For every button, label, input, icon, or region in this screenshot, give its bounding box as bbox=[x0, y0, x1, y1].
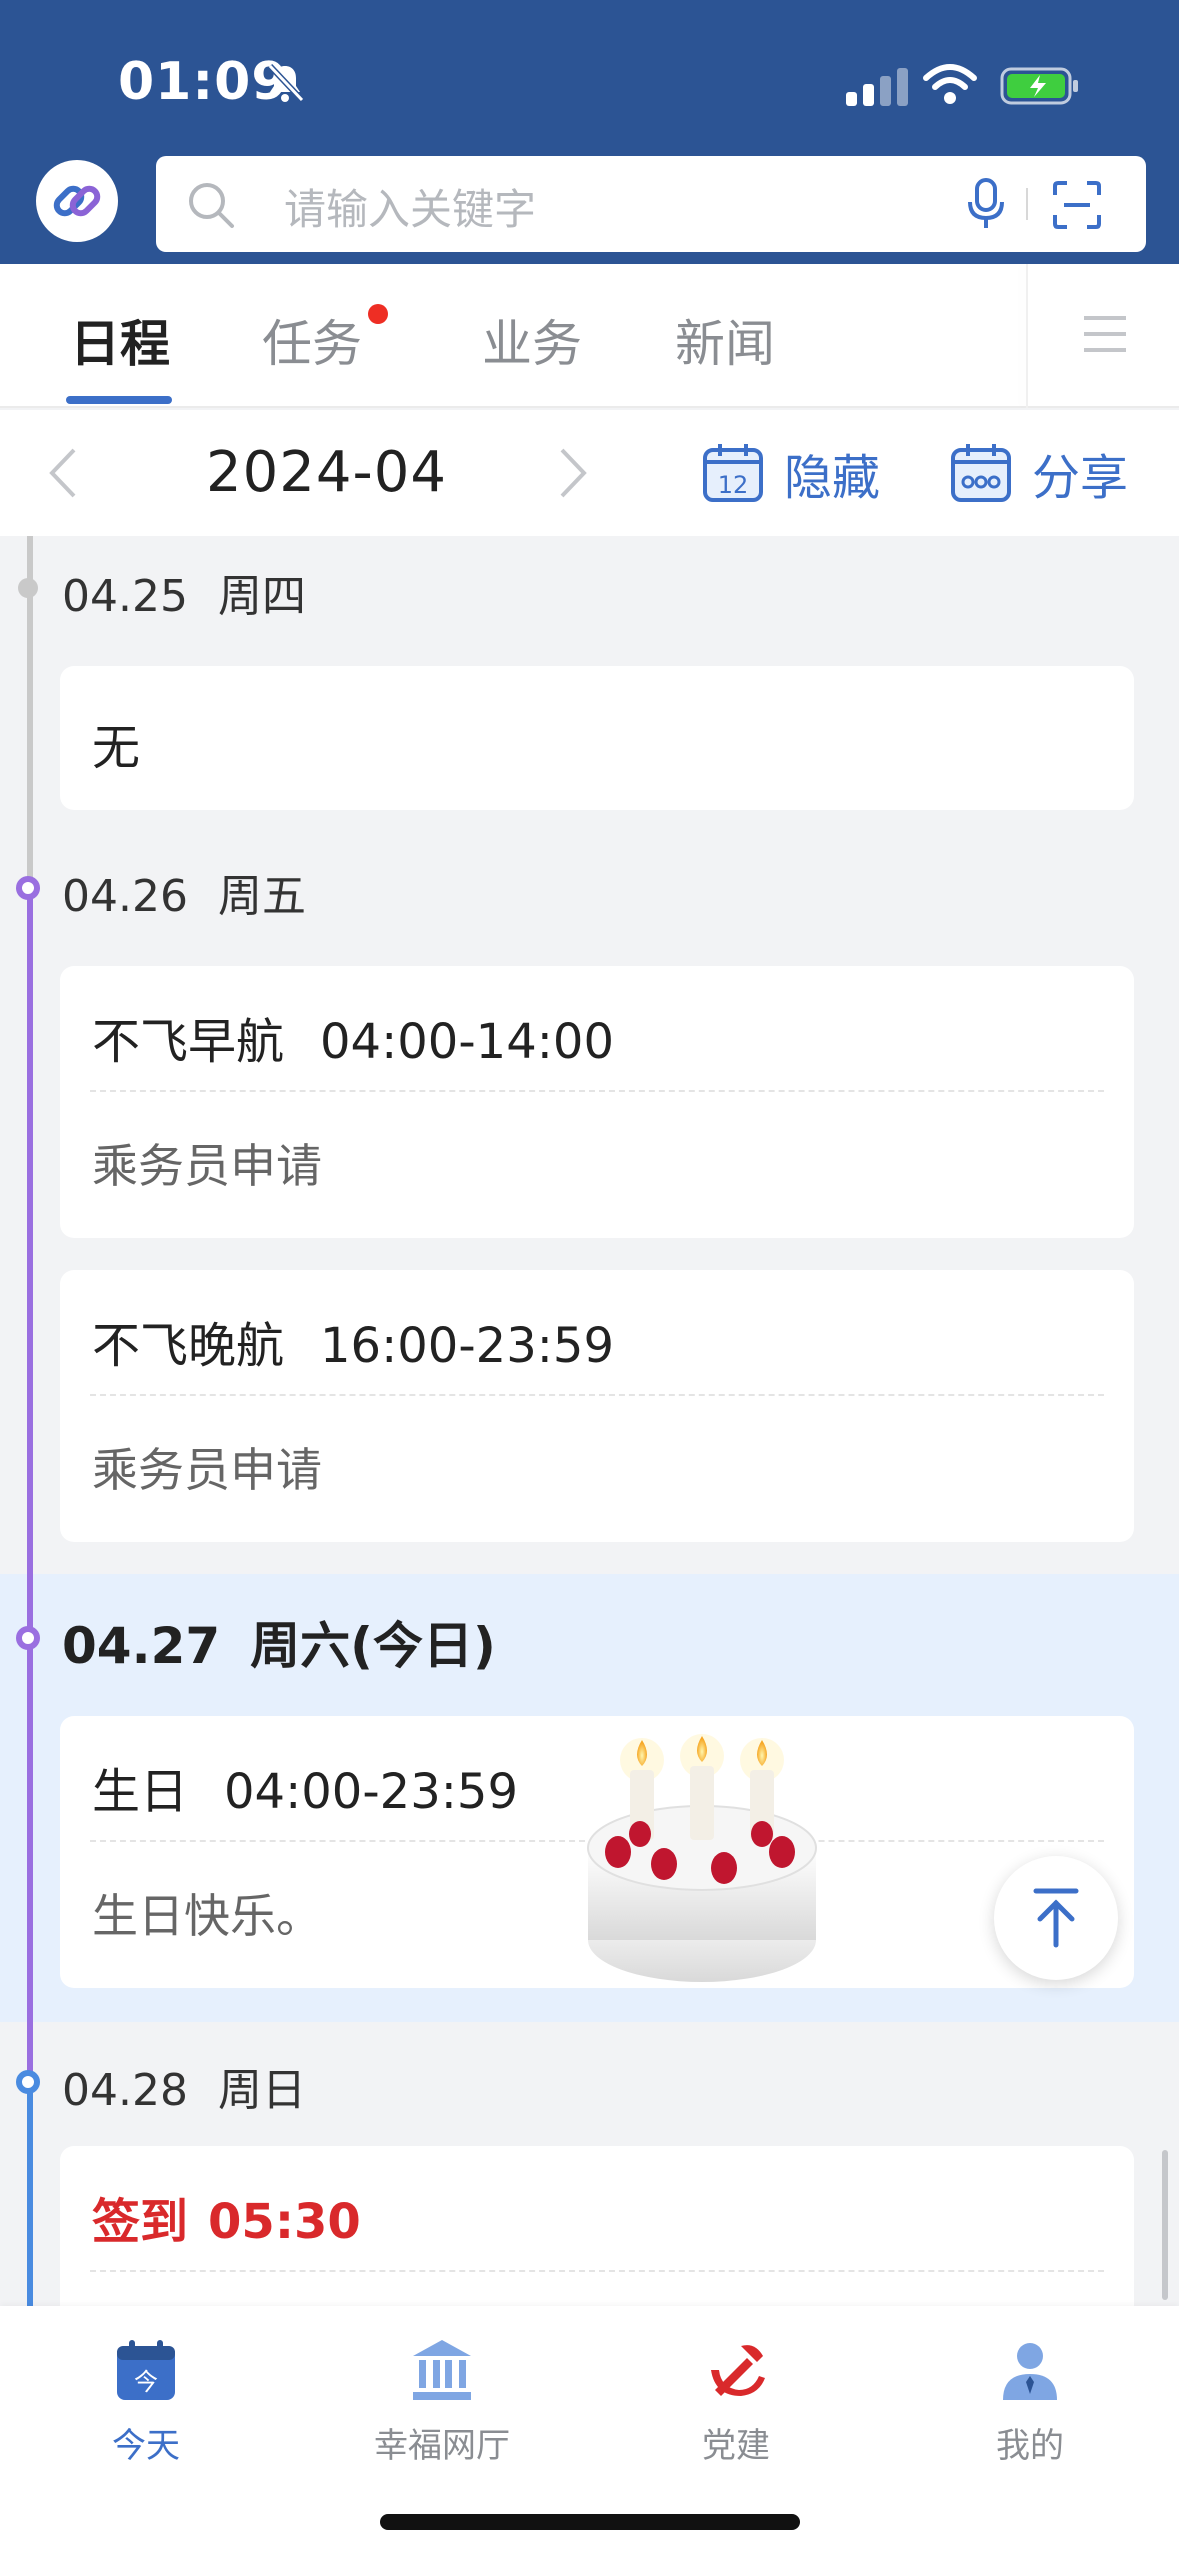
menu-icon[interactable] bbox=[1082, 314, 1128, 354]
day-date: 04.26 bbox=[62, 871, 188, 922]
event-title: 签到 05:30 bbox=[92, 2182, 361, 2252]
nav-label: 党建 bbox=[702, 2426, 770, 2466]
event-time: 04:00-14:00 bbox=[320, 1014, 614, 1070]
search-placeholder: 请输入关键字 bbox=[284, 185, 537, 234]
share-calendar-icon bbox=[951, 444, 1011, 502]
calendar-today-glyph: 今 bbox=[134, 2368, 158, 2396]
search-divider bbox=[1026, 188, 1028, 220]
event-name: 签到 bbox=[92, 2194, 189, 2250]
day-header-today: 04.27 周六(今日) bbox=[62, 1606, 496, 1678]
tab-menu-divider bbox=[1026, 264, 1028, 408]
day-weekday: 周日 bbox=[217, 2065, 306, 2116]
calendar-today-icon: 今 bbox=[117, 2340, 175, 2400]
search-icon bbox=[189, 183, 234, 228]
back-to-top-button[interactable] bbox=[994, 1856, 1118, 1980]
link-icon bbox=[53, 185, 101, 217]
top-tab-bar: 日程 任务 业务 新闻 bbox=[0, 264, 1179, 408]
arrow-up-icon bbox=[1033, 1888, 1079, 1948]
day-header: 04.28 周日 bbox=[62, 2054, 306, 2118]
profile-icon bbox=[1003, 2343, 1057, 2400]
day-weekday: 周六(今日) bbox=[250, 1617, 496, 1675]
home-indicator bbox=[380, 2514, 800, 2530]
day-header: 04.25 周四 bbox=[62, 560, 306, 624]
nav-label: 今天 bbox=[112, 2426, 180, 2466]
card-divider bbox=[90, 1394, 1104, 1396]
cellular-signal-icon bbox=[846, 66, 908, 106]
event-description: 生日快乐。 bbox=[92, 1889, 322, 1943]
scan-icon[interactable] bbox=[1052, 180, 1102, 230]
timeline-dot bbox=[16, 1626, 40, 1650]
party-emblem-icon bbox=[711, 2345, 765, 2396]
tab-news[interactable]: 新闻 bbox=[675, 304, 775, 376]
event-title: 不飞晚航 16:00-23:59 bbox=[92, 1306, 614, 1376]
scrollbar[interactable] bbox=[1162, 2150, 1168, 2300]
nav-today[interactable]: 今 今天 bbox=[46, 2336, 246, 2467]
tab-schedule[interactable]: 日程 bbox=[70, 304, 170, 376]
event-time: 04:00-23:59 bbox=[224, 1764, 518, 1820]
hide-button[interactable]: 12 隐藏 bbox=[702, 440, 880, 506]
wifi-icon bbox=[923, 64, 977, 104]
nav-label: 幸福网厅 bbox=[374, 2426, 510, 2466]
current-month: 2024-04 bbox=[206, 440, 447, 505]
no-schedule-text: 无 bbox=[92, 720, 141, 776]
nav-mine[interactable]: 我的 bbox=[930, 2336, 1130, 2467]
bottom-nav-bar: 今 今天 幸福网厅 党建 我的 bbox=[0, 2306, 1179, 2556]
battery-charging-icon bbox=[1000, 67, 1078, 105]
day-weekday: 周四 bbox=[217, 571, 306, 622]
birthday-cake-icon bbox=[587, 1734, 817, 1982]
day-date: 04.25 bbox=[62, 571, 188, 622]
calendar-icon-day: 12 bbox=[718, 471, 749, 499]
hide-label: 隐藏 bbox=[784, 450, 881, 506]
event-time: 16:00-23:59 bbox=[320, 1318, 614, 1374]
day-date: 04.28 bbox=[62, 2065, 188, 2116]
card-divider bbox=[90, 1090, 1104, 1092]
card-divider bbox=[90, 2270, 1104, 2272]
event-name: 不飞早航 bbox=[92, 1014, 285, 1070]
app-logo[interactable] bbox=[36, 160, 118, 242]
tab-business[interactable]: 业务 bbox=[482, 304, 582, 376]
next-month-icon[interactable] bbox=[558, 446, 588, 500]
event-time: 05:30 bbox=[208, 2194, 361, 2250]
day-weekday: 周五 bbox=[217, 871, 306, 922]
tasks-badge bbox=[368, 304, 388, 324]
timeline-dot bbox=[16, 2070, 40, 2094]
bank-building-icon bbox=[413, 2340, 471, 2400]
tab-tasks[interactable]: 任务 bbox=[262, 304, 362, 376]
event-name: 生日 bbox=[92, 1764, 189, 1820]
nav-party[interactable]: 党建 bbox=[636, 2336, 836, 2467]
event-title: 生日 04:00-23:59 bbox=[92, 1752, 518, 1822]
calendar-icon: 12 bbox=[703, 444, 763, 502]
event-description: 乘务员申请 bbox=[92, 1443, 322, 1497]
timeline-line bbox=[27, 888, 33, 2078]
day-date: 04.27 bbox=[62, 1617, 221, 1675]
month-bar: 2024-04 12 隐藏 分享 bbox=[0, 410, 1179, 536]
timeline-line bbox=[27, 2078, 33, 2306]
nav-service-hall[interactable]: 幸福网厅 bbox=[342, 2336, 542, 2467]
search-input[interactable]: 请输入关键字 bbox=[156, 156, 1146, 252]
event-description: 乘务员申请 bbox=[92, 1139, 322, 1193]
schedule-card[interactable]: 无 bbox=[60, 666, 1134, 810]
mute-bell-icon bbox=[267, 63, 305, 103]
app-header: 01:09 请输入关键字 bbox=[0, 0, 1179, 264]
active-tab-indicator bbox=[66, 396, 172, 404]
microphone-icon[interactable] bbox=[966, 178, 1006, 230]
prev-month-icon[interactable] bbox=[48, 446, 78, 500]
event-name: 不飞晚航 bbox=[92, 1318, 285, 1374]
share-button[interactable]: 分享 bbox=[950, 440, 1128, 506]
share-label: 分享 bbox=[1032, 450, 1129, 506]
nav-label: 我的 bbox=[996, 2426, 1064, 2466]
event-title: 不飞早航 04:00-14:00 bbox=[92, 1002, 614, 1072]
schedule-card[interactable]: 不飞晚航 16:00-23:59 乘务员申请 bbox=[60, 1270, 1134, 1542]
timeline-dot bbox=[18, 578, 38, 598]
day-header: 04.26 周五 bbox=[62, 860, 306, 924]
schedule-card[interactable]: 不飞早航 04:00-14:00 乘务员申请 bbox=[60, 966, 1134, 1238]
timeline-dot bbox=[16, 876, 40, 900]
